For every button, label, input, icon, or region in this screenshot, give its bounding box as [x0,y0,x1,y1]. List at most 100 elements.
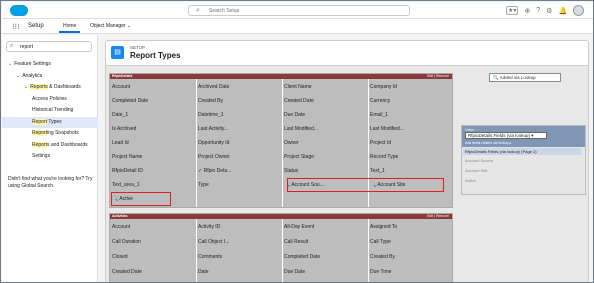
layout-field[interactable]: Call Duration [110,236,196,248]
chevron-down-icon: ⌄ [126,23,132,29]
layout-field[interactable]: Archived Date [196,81,282,93]
search-icon: ⌕ [196,7,200,14]
bell-icon[interactable]: 🔔 [558,7,567,15]
sidebar-item-label: Reporting Snapshots [32,130,79,136]
search-input[interactable]: ⌕ Search Setup [188,5,410,16]
sidebar-item[interactable]: Access Policies [2,94,98,106]
sidebar-item[interactable]: ⌄ Reports & Dashboards [2,82,98,94]
layout-field[interactable]: Created Date [110,266,196,278]
tab-home[interactable]: Home [59,21,81,33]
chevron-down-icon[interactable]: ⌄ [8,61,12,67]
app-launcher-icon[interactable]: ⁝⁝⁝ [12,22,20,31]
sidebar-item-label: Access Policies [32,95,67,102]
setup-tree: ⌄ Feature Settings ⌄ Analytics ⌄ Reports & Da… [2,59,98,163]
sidebar-item-label: Feature Settings [14,61,51,67]
layout-field[interactable]: Datetime_1 [196,109,282,121]
layout-field[interactable]: Currency [368,95,454,107]
layout-field[interactable]: Created By [368,251,454,263]
sidebar-item-label: Report Types [32,118,62,125]
header-icons: ★▾ ⊕ ? ⚙ 🔔 [506,4,585,17]
tab-object-manager[interactable]: Object Manager ⌄ [86,21,135,33]
field-view-box: View: RfpioDetails Fields (via lookup) ▾… [461,125,586,195]
add-lookup-link[interactable]: Add fields related via lookup ▸ [465,141,512,145]
available-field[interactable]: RfpioDetails Fields (via lookup) (Page 1… [463,148,581,155]
layout-field[interactable]: Due Date [282,109,368,121]
layout-field[interactable]: Completed Date [110,95,196,107]
add-icon[interactable]: ⊕ [524,7,530,15]
column-divider [282,219,283,282]
sidebar-item[interactable]: Report Types [2,116,98,128]
layout-field[interactable]: Project Stage [282,151,368,163]
available-field[interactable]: Active [465,178,476,183]
layout-field[interactable]: Owner [282,137,368,149]
section-title: RfpioDetails [112,74,133,78]
layout-field[interactable]: Call Result [282,236,368,248]
layout-field[interactable]: Due Time [368,266,454,278]
layout-field[interactable]: Project Name [110,151,196,163]
layout-field[interactable]: Text_area_1 [110,179,196,191]
layout-field[interactable]: Project Owner [196,151,282,163]
sidebar-item[interactable]: Settings [2,151,98,163]
avatar[interactable] [573,5,585,16]
layout-section-activities: Activities Edit | Remove Account Call Dur… [109,213,454,282]
layout-field[interactable]: Company Id [368,81,454,93]
layout-field[interactable]: Opportunity Id [196,137,282,149]
available-field[interactable]: Account Source [465,158,493,163]
layout-field[interactable]: Account [110,81,196,93]
layout-field[interactable]: Due Date [282,266,368,278]
layout-field[interactable]: ✓ Rfpio Deta... [196,165,282,177]
star-icon[interactable]: ★▾ [506,6,519,15]
layout-field[interactable]: Last Modified... [282,123,368,135]
layout-field[interactable]: Status [282,165,368,177]
layout-field[interactable]: Last Modified... [368,123,454,135]
sidebar-item[interactable]: ⌄ Feature Settings [2,59,98,71]
setup-sidebar: ⌕ report ⌄ Feature Settings ⌄ Analytics ⌄ Rep… [2,35,98,282]
layout-field[interactable]: Account [110,221,196,233]
view-select[interactable]: RfpioDetails Fields (via lookup) ▾ [465,132,547,139]
available-field[interactable]: Account Site [465,168,487,173]
app-nav: ⁝⁝⁝ Setup Home Object Manager ⌄ [2,19,593,34]
chevron-down-icon[interactable]: ⌄ [16,73,20,79]
layout-field[interactable]: Comments [196,251,282,263]
layout-field[interactable]: Record Type [368,151,454,163]
global-header: ⌕ Search Setup ★▾ ⊕ ? ⚙ 🔔 [2,2,593,19]
layout-field[interactable]: Activity ID [196,221,282,233]
layout-field[interactable]: Type [196,179,282,191]
layout-canvas: RfpioDetails Edit | Remove Account Comple… [106,65,588,282]
gear-icon[interactable]: ⚙ [546,7,552,15]
layout-field[interactable]: Created Date [282,95,368,107]
layout-field[interactable]: Email_1 [368,109,454,121]
sidebar-item[interactable]: Historical Trending [2,105,98,117]
layout-field[interactable]: Is Archived [110,123,196,135]
sidebar-item[interactable]: Reports and Dashboards [2,140,98,152]
column-divider [196,79,197,207]
layout-field[interactable]: Date_1 [110,109,196,121]
layout-field[interactable]: Project Id [368,137,454,149]
sidebar-item-label: Settings [32,153,51,159]
layout-field[interactable]: Last Activity... [196,123,282,135]
app-name: Setup [28,23,44,29]
layout-field[interactable]: Closed [110,251,196,263]
salesforce-logo[interactable] [10,5,28,16]
quick-find-input[interactable]: ⌕ report [6,41,92,52]
layout-field[interactable]: Assigned To [368,221,454,233]
layout-field[interactable]: All-Day Event [282,221,368,233]
search-icon: ⌕ [10,43,14,49]
layout-field[interactable]: Client Name [282,81,368,93]
layout-field[interactable]: Date [196,266,282,278]
sidebar-item[interactable]: Reporting Snapshots [2,128,98,140]
help-icon[interactable]: ? [536,7,540,14]
sidebar-item[interactable]: ⌄ Analytics [2,71,98,83]
layout-field[interactable]: Lead Id [110,137,196,149]
sidebar-item-label: Analytics [22,72,43,79]
layout-field[interactable]: Call Type [368,236,454,248]
layout-field[interactable]: Text_1 [368,165,454,177]
layout-field[interactable]: RfpioDetail ID [110,165,196,177]
chevron-down-icon[interactable]: ⌄ [24,84,28,90]
layout-field[interactable]: Call Object I... [196,236,282,248]
window: ⌕ Search Setup ★▾ ⊕ ? ⚙ 🔔 ⁝⁝⁝ Setup Home… [0,0,594,283]
layout-field[interactable]: Completed Date [282,251,368,263]
page-title: Report Types [130,51,181,60]
field-grid: Account Completed Date Date_1 Is Archived Le… [110,79,452,207]
layout-field[interactable]: Created By [196,95,282,107]
